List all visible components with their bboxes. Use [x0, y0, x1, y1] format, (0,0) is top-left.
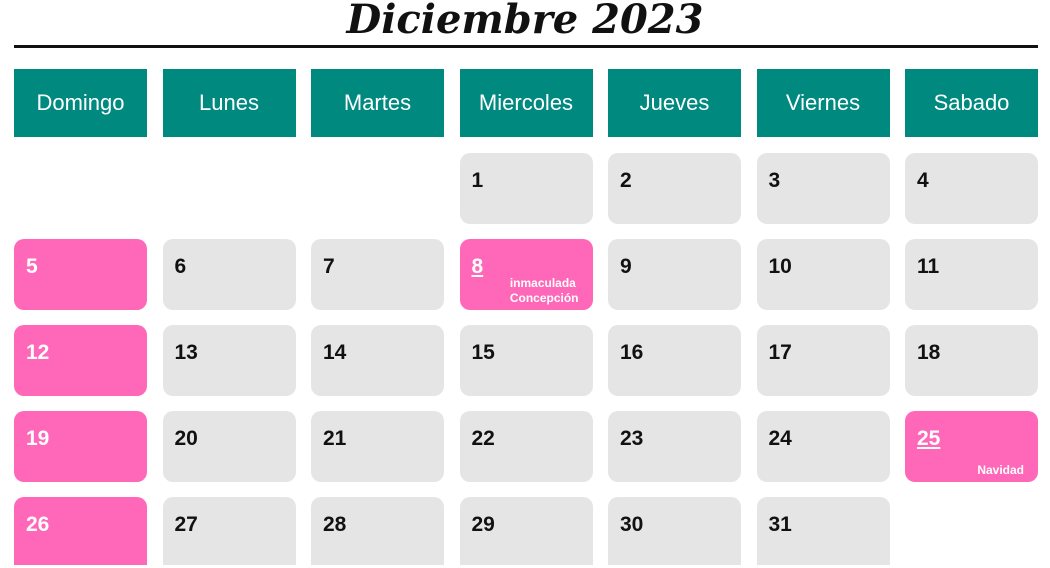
- weekday-header: Miercoles: [459, 69, 593, 137]
- day-number: 22: [471, 427, 495, 450]
- day-cell[interactable]: 2: [608, 153, 741, 224]
- weekday-header: Jueves: [608, 69, 741, 137]
- day-number: 18: [917, 341, 941, 364]
- empty-day-cell: [14, 153, 147, 224]
- day-number: 4: [917, 169, 929, 192]
- holiday-note: Navidad: [977, 463, 1024, 477]
- day-cell[interactable]: 10: [756, 239, 890, 310]
- day-number: 28: [323, 513, 347, 536]
- day-cell[interactable]: 23: [608, 411, 741, 482]
- holiday-day-cell[interactable]: 19: [14, 411, 147, 482]
- day-number: 15: [471, 341, 495, 364]
- calendar-grid: 1 2 3 4 5 6 7 8 inmaculada Concepción 9 10 11 12 13 14…: [14, 153, 1038, 568]
- day-cell[interactable]: 22: [459, 411, 593, 482]
- day-number: 30: [620, 513, 644, 536]
- calendar-title: Diciembre 2023: [346, 0, 704, 43]
- day-number: 20: [174, 427, 198, 450]
- holiday-note: inmaculada Concepción: [509, 276, 579, 305]
- day-number: 2: [620, 169, 632, 192]
- weekday-header: Lunes: [162, 69, 296, 137]
- day-number: 21: [323, 427, 347, 450]
- weekday-header: Martes: [311, 69, 444, 137]
- day-number: 10: [768, 255, 792, 278]
- day-cell[interactable]: 4: [905, 153, 1038, 224]
- day-number: 13: [174, 341, 198, 364]
- day-cell[interactable]: 27: [162, 497, 296, 565]
- holiday-day-cell[interactable]: 12: [14, 325, 147, 396]
- day-number-link[interactable]: 8: [472, 255, 484, 279]
- day-cell[interactable]: 28: [311, 497, 444, 565]
- day-number-link[interactable]: 25: [917, 427, 940, 451]
- holiday-day-cell[interactable]: 25 Navidad: [905, 411, 1038, 482]
- day-cell[interactable]: 16: [608, 325, 741, 396]
- empty-day-cell: [311, 153, 444, 224]
- day-cell[interactable]: 13: [162, 325, 296, 396]
- day-number: 11: [917, 255, 940, 278]
- weekday-header: Sabado: [905, 69, 1038, 137]
- day-number: 26: [26, 513, 50, 536]
- day-cell[interactable]: 18: [905, 325, 1038, 396]
- day-number: 23: [620, 427, 644, 450]
- day-cell[interactable]: 17: [756, 325, 890, 396]
- day-cell[interactable]: 11: [905, 239, 1038, 310]
- holiday-day-cell[interactable]: 8 inmaculada Concepción: [459, 239, 593, 310]
- holiday-day-cell[interactable]: 26: [14, 497, 147, 565]
- day-cell[interactable]: 7: [311, 239, 444, 310]
- weekday-header: Viernes: [756, 69, 890, 137]
- day-number: 31: [768, 513, 792, 536]
- weekday-header: Domingo: [14, 69, 147, 137]
- day-cell[interactable]: 30: [608, 497, 741, 565]
- day-number: 17: [768, 341, 792, 364]
- day-cell[interactable]: 6: [162, 239, 296, 310]
- holiday-day-cell[interactable]: 5: [14, 239, 147, 310]
- day-cell[interactable]: 29: [459, 497, 593, 565]
- empty-day-cell: [905, 497, 1038, 568]
- day-number: 29: [471, 513, 495, 536]
- day-number: 6: [174, 255, 187, 278]
- day-number: 12: [26, 341, 50, 364]
- day-number: 7: [323, 255, 335, 278]
- title-divider: [14, 45, 1038, 48]
- day-cell[interactable]: 21: [311, 411, 444, 482]
- day-number: 19: [26, 427, 50, 450]
- day-cell[interactable]: 9: [608, 239, 741, 310]
- day-cell[interactable]: 31: [756, 497, 890, 565]
- day-number: 9: [620, 255, 632, 278]
- day-cell[interactable]: 3: [756, 153, 890, 224]
- day-number: 24: [768, 427, 792, 450]
- weekday-header-row: Domingo Lunes Martes Miercoles Jueves Viernes…: [14, 69, 1038, 137]
- empty-day-cell: [163, 153, 296, 224]
- day-cell[interactable]: 1: [459, 153, 593, 224]
- day-number: 5: [26, 255, 38, 278]
- day-number: 3: [768, 169, 781, 192]
- day-number: 27: [174, 513, 198, 536]
- day-cell[interactable]: 24: [756, 411, 890, 482]
- day-cell[interactable]: 14: [311, 325, 444, 396]
- day-number: 14: [323, 341, 347, 364]
- day-cell[interactable]: 15: [459, 325, 593, 396]
- day-number: 1: [471, 169, 484, 192]
- day-number: 16: [620, 341, 644, 364]
- day-cell[interactable]: 20: [162, 411, 296, 482]
